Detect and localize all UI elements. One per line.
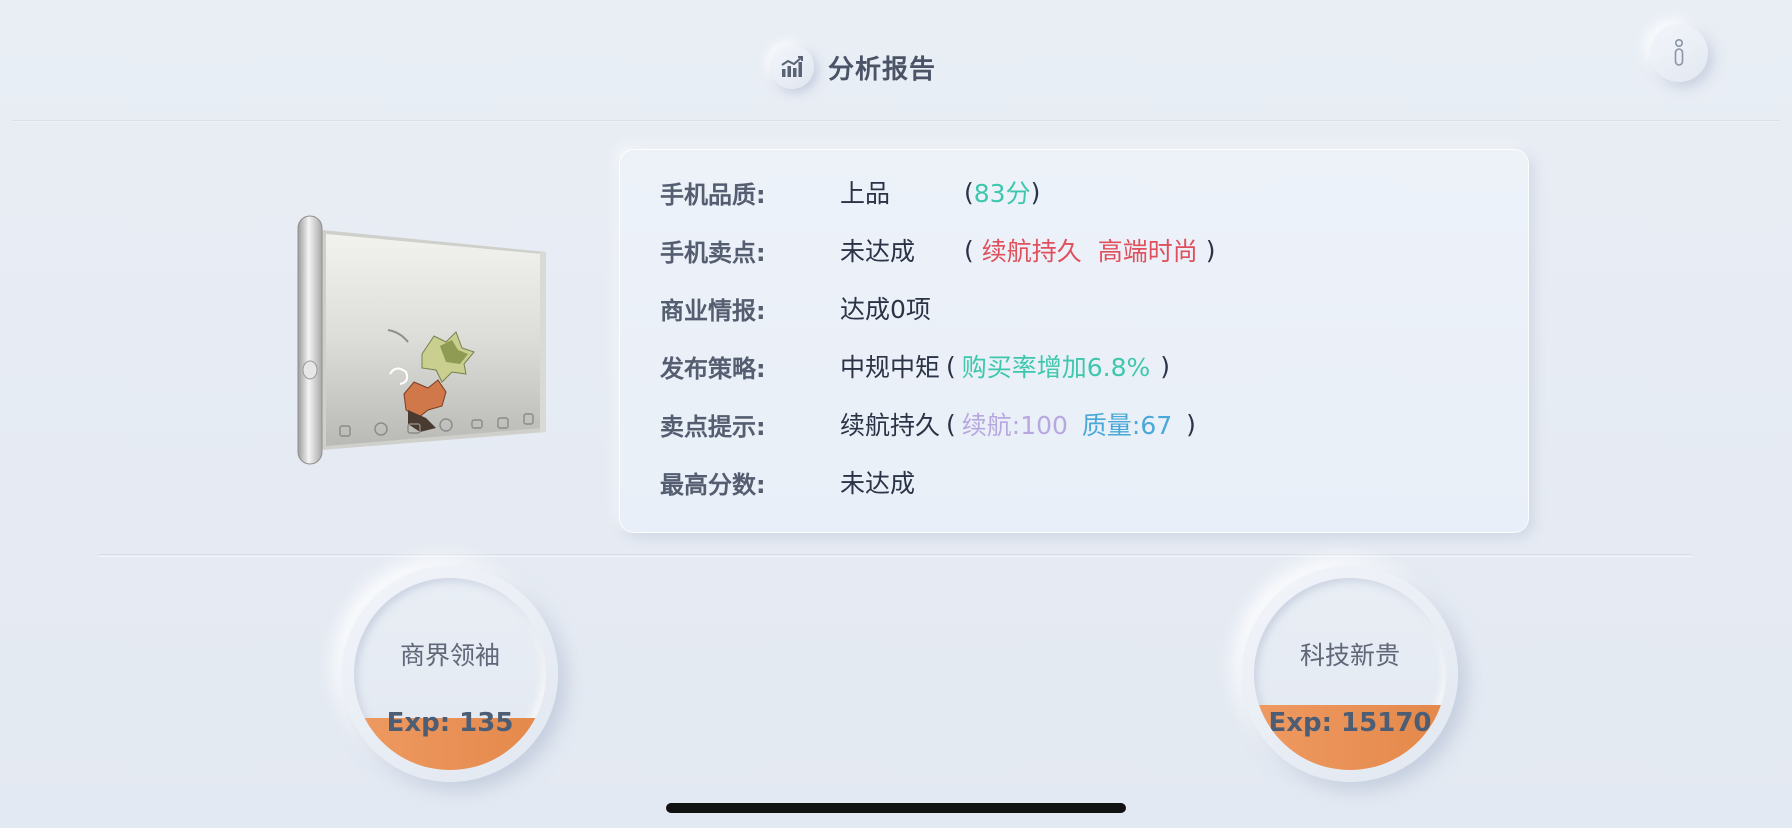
exp-badge-value: Exp: 15170 <box>1268 708 1432 738</box>
header-divider <box>12 120 1780 122</box>
quality-score-close: ) <box>1030 177 1041 207</box>
exp-badge-title: 商界领袖 <box>399 641 500 670</box>
business-intel-label: 商业情报: <box>660 296 766 325</box>
launch-strategy-row: 发布策略: 中规中矩 ( 购买率增加6.8% ) <box>660 346 1170 386</box>
selling-points-close: ) <box>1205 235 1216 265</box>
selling-hint-value: 续航持久 <box>840 411 941 440</box>
section-divider <box>98 554 1692 557</box>
selling-points-value: 未达成 <box>840 237 916 266</box>
quality-label: 手机品质: <box>660 180 766 209</box>
exp-badge-business-leader[interactable]: 商界领袖 Exp: 135 <box>342 566 558 782</box>
phone-illustration <box>296 214 550 466</box>
selling-points-row: 手机卖点: 未达成 ( 续航持久 高端时尚 ) <box>660 230 1216 270</box>
report-card: 手机品质: 上品 ( 83分 ) 手机卖点: 未达成 ( 续航持久 高端时尚 )… <box>620 150 1528 532</box>
business-intel-row: 商业情报: 达成0项 <box>660 288 931 328</box>
launch-strategy-open: ( <box>946 351 956 381</box>
exp-badge-value: Exp: 135 <box>386 708 514 738</box>
selling-hint-label: 卖点提示: <box>660 412 766 441</box>
launch-strategy-value: 中规中矩 <box>840 353 941 382</box>
quality-value: 上品 <box>840 179 891 208</box>
launch-strategy-label: 发布策略: <box>660 354 766 383</box>
home-indicator <box>666 803 1126 813</box>
page-title: 分析报告 <box>828 54 937 85</box>
selling-hint-open: ( <box>946 409 956 439</box>
exp-badge-title: 科技新贵 <box>1299 641 1400 670</box>
exp-badge-inner: 商界领袖 Exp: 135 <box>354 578 546 770</box>
selling-point-tag-premium: 高端时尚 <box>1097 237 1198 266</box>
info-icon <box>1674 38 1684 66</box>
high-score-label: 最高分数: <box>660 470 766 499</box>
launch-strategy-detail: 购买率增加6.8% <box>961 353 1151 382</box>
info-button[interactable] <box>1650 24 1708 82</box>
quality-row: 手机品质: 上品 ( 83分 ) <box>660 172 1040 212</box>
selling-hint-row: 卖点提示: 续航持久 ( 续航:100 质量:67 ) <box>660 404 1196 444</box>
selling-point-tag-battery: 续航持久 <box>981 237 1082 266</box>
exp-badge-tech-upstart[interactable]: 科技新贵 Exp: 15170 <box>1242 566 1458 782</box>
header: 分析报告 <box>0 0 1792 122</box>
quality-score: 83分 <box>973 179 1031 208</box>
high-score-value: 未达成 <box>840 469 916 498</box>
exp-badge-inner: 科技新贵 Exp: 15170 <box>1254 578 1446 770</box>
bar-chart-icon <box>770 45 814 89</box>
selling-points-label: 手机卖点: <box>660 238 766 267</box>
high-score-row: 最高分数: 未达成 <box>660 462 915 502</box>
selling-points-open: ( <box>964 235 974 265</box>
launch-strategy-close: ) <box>1160 351 1171 381</box>
selling-hint-quality: 质量:67 <box>1081 411 1173 440</box>
business-intel-value: 达成0项 <box>840 295 931 324</box>
selling-hint-close: ) <box>1186 409 1196 439</box>
selling-hint-battery: 续航:100 <box>961 411 1068 440</box>
quality-score-open: ( <box>964 177 974 207</box>
page-title-group: 分析报告 <box>770 44 936 90</box>
